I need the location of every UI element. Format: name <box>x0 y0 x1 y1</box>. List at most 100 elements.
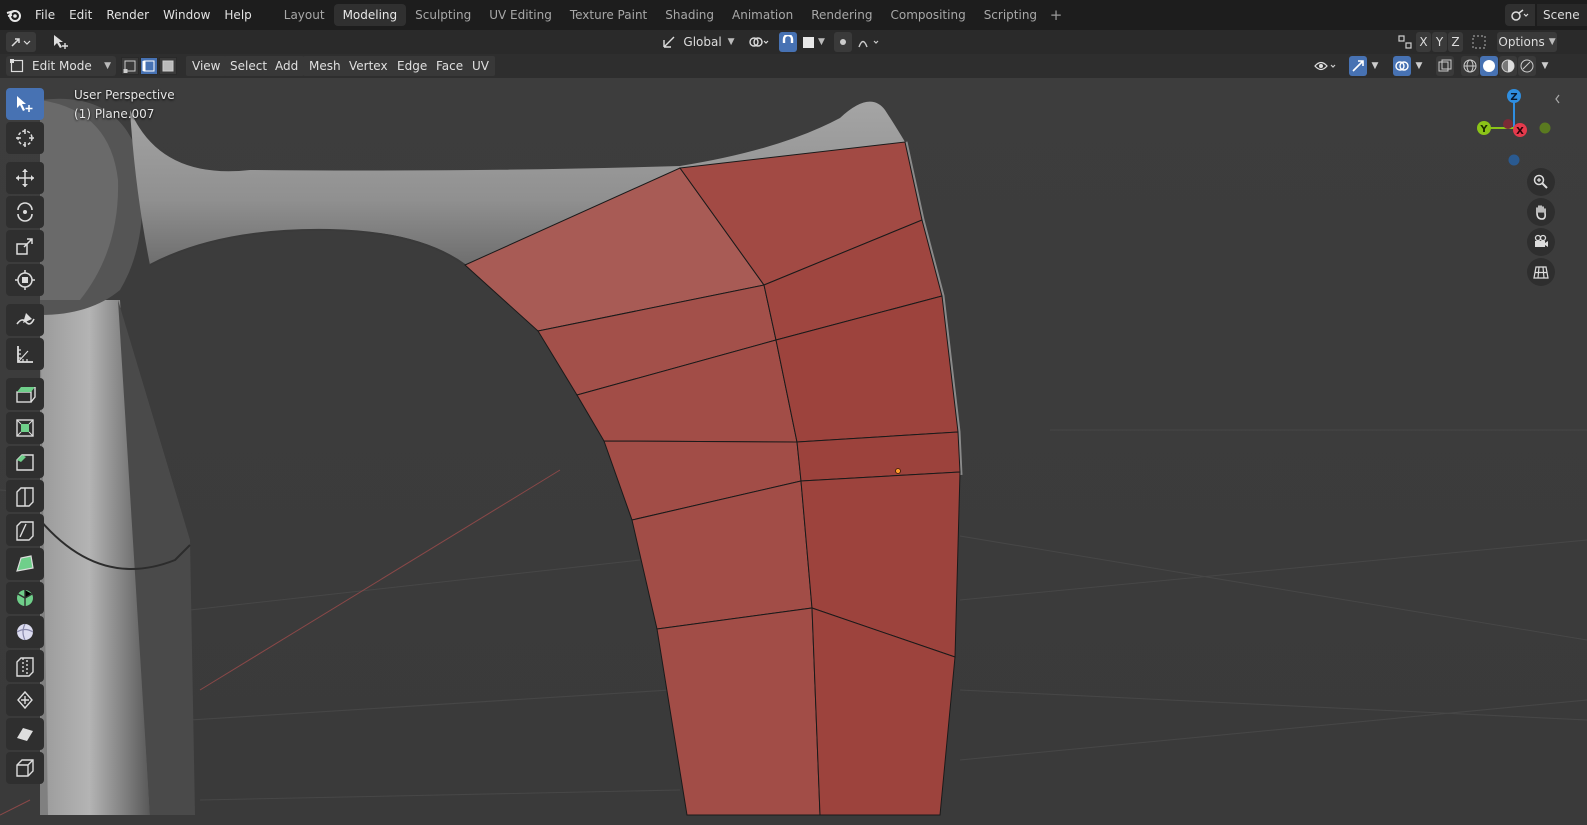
smooth-tool[interactable] <box>6 616 44 648</box>
3d-viewport[interactable]: Z Y X User Perspective (1) Plane.007 <box>0 78 1587 825</box>
menu-window[interactable]: Window <box>156 0 217 30</box>
select-tool-icon[interactable] <box>50 32 72 52</box>
scene-icon <box>1511 9 1529 21</box>
cursor-tool[interactable] <box>6 122 44 154</box>
menu-file[interactable]: File <box>28 0 62 30</box>
add-workspace-button[interactable]: + <box>1046 6 1066 24</box>
bevel-tool[interactable] <box>6 446 44 478</box>
scene-name[interactable]: Scene <box>1537 4 1587 26</box>
xray-icon <box>1438 59 1452 72</box>
menu-render[interactable]: Render <box>99 0 156 30</box>
tab-compositing[interactable]: Compositing <box>881 4 974 26</box>
menu-help[interactable]: Help <box>217 0 258 30</box>
menu-edge[interactable]: Edge <box>391 56 434 76</box>
menu-select[interactable]: Select <box>224 56 274 76</box>
workspace-tabs: Layout Modeling Sculpting UV Editing Tex… <box>275 0 1066 30</box>
shading-solid[interactable] <box>1480 56 1498 76</box>
menu-edit[interactable]: Edit <box>62 0 99 30</box>
chevron-down-icon: ▼ <box>818 37 825 47</box>
orientation-icon <box>663 36 675 48</box>
inset-faces-tool[interactable] <box>6 412 44 444</box>
gizmo-neg-z[interactable] <box>1508 154 1520 166</box>
camera-view-button[interactable] <box>1527 228 1555 256</box>
menu-uv[interactable]: UV <box>466 56 495 76</box>
ortho-toggle-button[interactable] <box>1527 258 1555 286</box>
select-box-tool[interactable] <box>6 88 44 120</box>
wireframe-icon <box>1463 59 1477 73</box>
edge-select-mode[interactable] <box>140 57 158 75</box>
blender-logo-icon[interactable] <box>0 0 28 30</box>
snap-toggle-button[interactable] <box>779 32 797 52</box>
move-icon <box>16 169 34 187</box>
edge-slide-tool[interactable] <box>6 650 44 682</box>
tab-modeling[interactable]: Modeling <box>333 4 407 26</box>
snap-target-dropdown[interactable]: ▼ <box>800 32 828 52</box>
menu-add[interactable]: Add <box>269 56 305 76</box>
transform-tool[interactable] <box>6 264 44 296</box>
rotate-tool[interactable] <box>6 196 44 228</box>
gizmo-toggle[interactable] <box>1349 56 1367 76</box>
tab-rendering[interactable]: Rendering <box>802 4 881 26</box>
mirror-axis-icon <box>1396 32 1414 52</box>
mode-dropdown[interactable]: Edit Mode ▼ <box>6 56 116 76</box>
chevron-down-icon[interactable]: ▼ <box>1368 56 1382 76</box>
vertex-select-mode[interactable] <box>121 57 139 75</box>
menu-mesh[interactable]: Mesh <box>303 56 347 76</box>
menu-face[interactable]: Face <box>430 56 470 76</box>
extrude-region-tool[interactable] <box>6 378 44 410</box>
knife-icon <box>16 521 34 541</box>
tab-sculpting[interactable]: Sculpting <box>406 4 480 26</box>
gizmo-icon <box>1352 60 1364 72</box>
tab-texture-paint[interactable]: Texture Paint <box>561 4 656 26</box>
chevron-down-icon[interactable]: ▼ <box>1538 56 1552 76</box>
rip-region-tool[interactable] <box>6 752 44 784</box>
options-dropdown[interactable]: Options ▼ <box>1497 32 1557 52</box>
tab-uv-editing[interactable]: UV Editing <box>480 4 561 26</box>
xray-toggle[interactable] <box>1436 56 1454 76</box>
move-tool[interactable] <box>6 162 44 194</box>
active-vertex[interactable] <box>895 468 901 474</box>
poly-build-tool[interactable] <box>6 548 44 580</box>
proportional-edit-button[interactable] <box>834 32 852 52</box>
rotate-icon <box>17 202 33 222</box>
spin-tool[interactable] <box>6 582 44 614</box>
shrink-fatten-tool[interactable] <box>6 684 44 716</box>
pan-button[interactable] <box>1527 198 1555 226</box>
pivot-point-dropdown[interactable] <box>745 32 773 52</box>
knife-tool[interactable] <box>6 514 44 546</box>
tab-shading[interactable]: Shading <box>656 4 723 26</box>
mirror-y-toggle[interactable]: Y <box>1432 32 1447 52</box>
measure-tool[interactable] <box>6 338 44 370</box>
shading-rendered[interactable] <box>1518 56 1536 76</box>
transform-orientation-dropdown[interactable]: Global ▼ <box>660 32 736 52</box>
poly-build-icon <box>16 555 34 572</box>
tab-animation[interactable]: Animation <box>723 4 802 26</box>
gizmo-neg-y[interactable] <box>1539 122 1551 134</box>
overlays-toggle[interactable] <box>1393 56 1411 76</box>
gizmo-neg-x[interactable] <box>1503 119 1513 129</box>
visibility-dropdown[interactable] <box>1312 56 1342 76</box>
shading-material[interactable] <box>1499 56 1517 76</box>
tab-scripting[interactable]: Scripting <box>975 4 1046 26</box>
face-select-mode[interactable] <box>159 57 177 75</box>
tab-layout[interactable]: Layout <box>275 4 334 26</box>
proportional-falloff-dropdown[interactable] <box>855 32 885 52</box>
menu-view[interactable]: View <box>186 56 227 76</box>
shading-wireframe[interactable] <box>1461 56 1479 76</box>
mirror-z-toggle[interactable]: Z <box>1448 32 1463 52</box>
gizmo-z-label: Z <box>1510 92 1517 103</box>
gizmo-x-label: X <box>1516 126 1524 137</box>
scene-browse-button[interactable] <box>1505 4 1535 26</box>
editor-type-button[interactable] <box>6 32 36 52</box>
mirror-x-toggle[interactable]: X <box>1416 32 1431 52</box>
auto-merge-icon[interactable] <box>1470 32 1488 52</box>
menu-vertex[interactable]: Vertex <box>343 56 394 76</box>
snap-increment-icon <box>803 36 815 48</box>
loop-cut-tool[interactable] <box>6 480 44 512</box>
zoom-button[interactable] <box>1527 168 1555 196</box>
extrude-icon <box>16 387 36 403</box>
shear-tool[interactable] <box>6 718 44 750</box>
annotate-tool[interactable] <box>6 304 44 336</box>
scale-tool[interactable] <box>6 230 44 262</box>
chevron-down-icon[interactable]: ▼ <box>1412 56 1426 76</box>
